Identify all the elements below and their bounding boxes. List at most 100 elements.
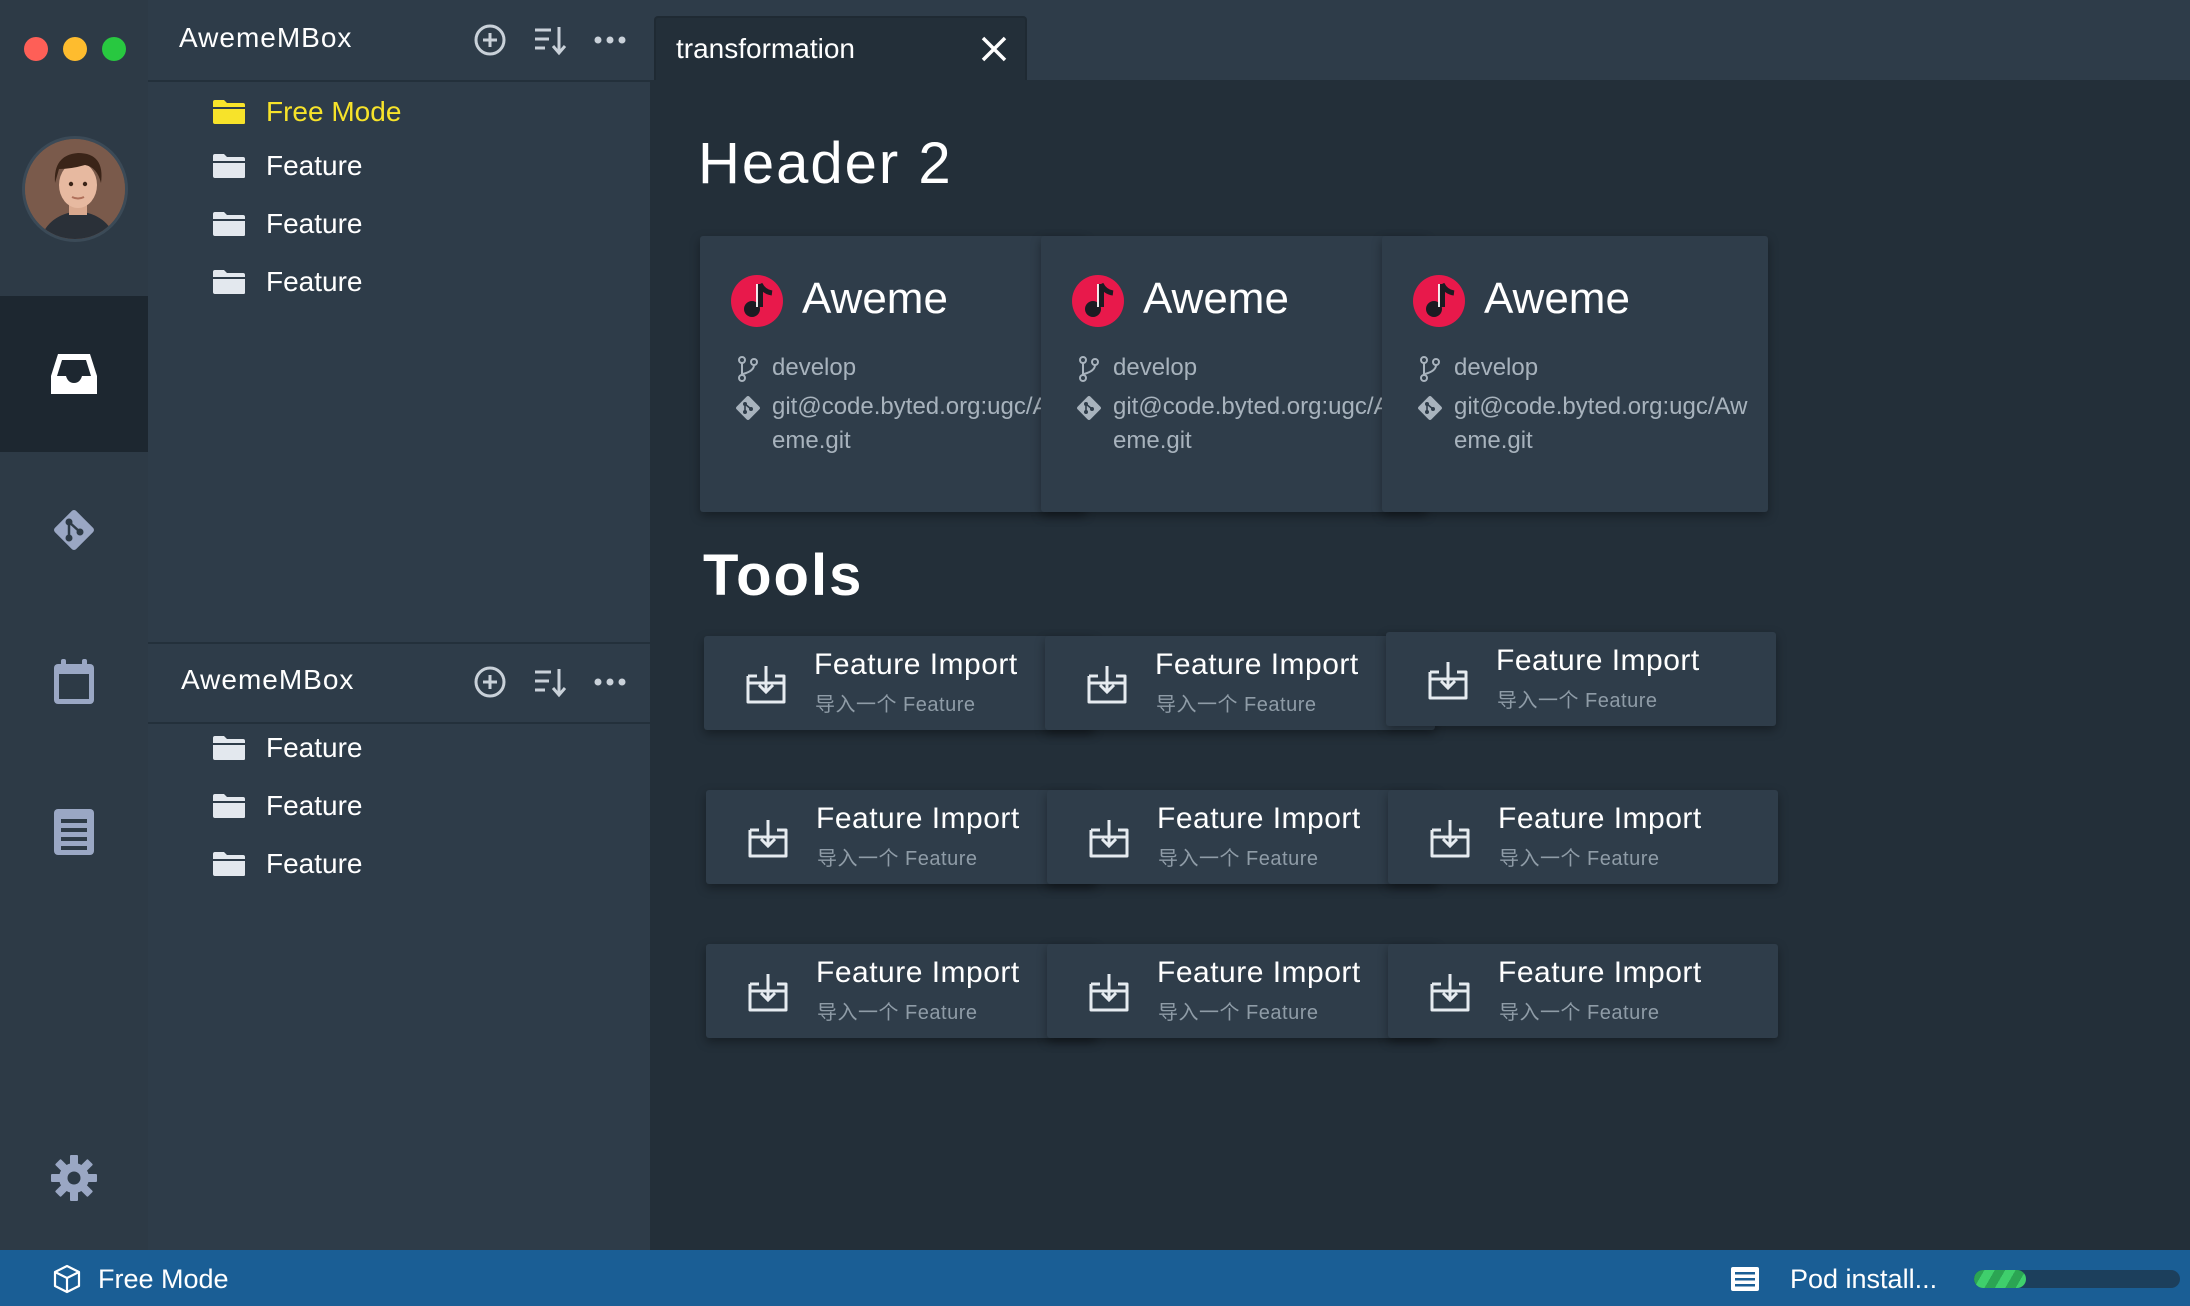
tools-section-title: Tools [703,543,864,608]
sidebar-item-free-mode[interactable]: Free Mode [212,87,401,137]
progress-fill [1974,1270,2026,1288]
sidebar-section-title: AwemeMBox [179,22,353,53]
import-box-icon [1430,974,1470,1012]
tool-feature-import-button[interactable]: Feature Import 导入一个 Feature [1388,790,1778,884]
tool-title: Feature Import [1157,802,1361,835]
repo-card[interactable]: Aweme develop git@code.byted.org:ugc/Awe… [1041,236,1427,512]
repo-card[interactable]: Aweme develop git@code.byted.org:ugc/Awe… [1382,236,1768,512]
settings-button[interactable] [0,1100,148,1256]
minimize-window-button[interactable] [63,37,87,61]
tool-feature-import-button[interactable]: Feature Import 导入一个 Feature [1047,790,1437,884]
add-circle-icon[interactable] [472,664,508,700]
rail-calendar-button[interactable] [0,604,148,760]
import-box-icon [748,820,788,858]
tab-label: transformation [676,33,855,64]
sidebar-item-label: Feature [266,266,363,297]
import-box-icon [746,666,786,704]
close-window-button[interactable] [24,37,48,61]
tool-title: Feature Import [816,802,1020,835]
tool-feature-import-button[interactable]: Feature Import 导入一个 Feature [1386,632,1776,726]
tool-title: Feature Import [1155,648,1359,681]
folder-icon [213,852,245,876]
tool-subtitle: 导入一个 Feature [1158,848,1319,870]
sort-icon[interactable] [532,664,568,700]
import-box-icon [748,974,788,1012]
sidebar-item-feature[interactable]: Feature [212,257,363,307]
repo-branch: develop [1454,354,1539,381]
zoom-window-button[interactable] [102,37,126,61]
sidebar-item-feature[interactable]: Feature [212,141,363,191]
sidebar-item-feature[interactable]: Feature [212,723,363,773]
branch-icon [1079,356,1099,382]
add-circle-icon[interactable] [472,22,508,58]
tool-feature-import-button[interactable]: Feature Import 导入一个 Feature [1047,944,1437,1038]
repo-branch: develop [772,354,857,381]
close-icon[interactable] [977,32,1011,66]
sidebar-item-feature[interactable]: Feature [212,781,363,831]
tool-feature-import-button[interactable]: Feature Import 导入一个 Feature [704,636,1094,730]
git-repo-icon [1077,396,1101,420]
folder-icon [213,270,245,294]
more-icon[interactable] [592,664,628,700]
repo-card[interactable]: Aweme develop git@code.byted.org:ugc/Awe… [700,236,1086,512]
document-icon [54,809,94,855]
music-note-logo-icon [731,275,783,327]
music-note-logo-icon [1413,275,1465,327]
folder-icon [213,794,245,818]
sort-icon[interactable] [532,22,568,58]
tool-subtitle: 导入一个 Feature [815,694,976,716]
import-box-icon [1087,666,1127,704]
tool-subtitle: 导入一个 Feature [817,848,978,870]
status-mode[interactable]: Free Mode [98,1264,229,1295]
status-task: Pod install... [1790,1264,1938,1294]
tool-feature-import-button[interactable]: Feature Import 导入一个 Feature [1045,636,1435,730]
rail-document-button[interactable] [0,754,148,910]
task-list-icon[interactable] [1730,1266,1760,1292]
sidebar-item-feature[interactable]: Feature [212,199,363,249]
avatar-photo-icon [25,139,125,239]
task-progress-bar [1974,1270,2180,1288]
repo-name: Aweme [802,274,948,323]
repo-branch: develop [1113,354,1198,381]
branch-icon [738,356,758,382]
tool-title: Feature Import [1157,956,1361,989]
sidebar-section-header: AwemeMBox [148,0,650,82]
tool-title: Feature Import [1498,956,1702,989]
tool-title: Feature Import [814,648,1018,681]
tool-title: Feature Import [1496,644,1700,677]
rail-git-button[interactable] [0,452,148,608]
tab-bar: transformation [650,0,2190,80]
repo-name: Aweme [1484,274,1630,323]
repo-url: git@code.byted.org:ugc/Aweme.git [1454,393,1748,454]
git-icon [54,510,94,550]
folder-icon [213,736,245,760]
tool-subtitle: 导入一个 Feature [1156,694,1317,716]
repo-url: git@code.byted.org:ugc/Aweme.git [772,393,1066,454]
more-icon[interactable] [592,22,628,58]
tool-feature-import-button[interactable]: Feature Import 导入一个 Feature [706,944,1096,1038]
avatar[interactable] [22,136,128,242]
tool-subtitle: 导入一个 Feature [1499,848,1660,870]
main-content: Header 2 Aweme develop git@code.byted.or… [650,80,2190,1250]
page-title: Header 2 [698,131,953,196]
repo-url: git@code.byted.org:ugc/Aweme.git [1113,393,1407,454]
inbox-icon [51,354,97,394]
sidebar-item-label: Feature [266,790,363,821]
tool-feature-import-button[interactable]: Feature Import 导入一个 Feature [706,790,1096,884]
status-bar: Free Mode Pod install... [0,1250,2190,1306]
calendar-icon [54,659,94,704]
sidebar-item-feature[interactable]: Feature [212,839,363,889]
sidebar-item-label: Feature [266,208,363,239]
folder-icon [213,212,245,236]
sidebar-section-title: AwemeMBox [181,664,355,695]
git-repo-icon [1418,396,1442,420]
gear-icon [51,1155,97,1201]
tool-feature-import-button[interactable]: Feature Import 导入一个 Feature [1388,944,1778,1038]
folder-icon [213,100,245,124]
music-note-logo-icon [1072,275,1124,327]
cube-icon [53,1264,81,1294]
rail-inbox-button[interactable] [0,296,148,452]
project-sidebar: AwemeMBox Free Mode Feature Feature Feat… [148,0,650,1250]
tab-transformation[interactable]: transformation [654,16,1027,80]
import-box-icon [1089,820,1129,858]
